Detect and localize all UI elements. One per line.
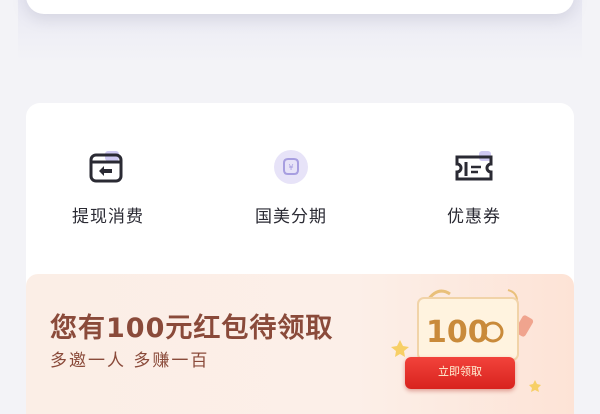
service-label: 国美分期 (255, 207, 327, 227)
coupon-icon (455, 151, 493, 181)
cash-withdraw-icon (89, 151, 123, 183)
service-label: 提现消费 (72, 207, 144, 227)
promo-subtitle: 多邀一人 多赚一百 (50, 351, 210, 371)
service-label: 优惠券 (447, 207, 501, 227)
svg-text:¥: ¥ (288, 163, 293, 172)
claim-button[interactable]: 立即领取 (405, 357, 515, 389)
service-cash-withdraw[interactable]: 提现消费 (38, 147, 178, 227)
badge-value: 100 (426, 315, 489, 350)
service-installment[interactable]: ¥ 国美分期 (221, 147, 361, 227)
top-card (26, 0, 574, 14)
promo-title: 您有100元红包待领取 (50, 313, 334, 344)
installment-icon: ¥ (274, 150, 308, 184)
service-coupon[interactable]: 优惠券 (404, 147, 544, 227)
